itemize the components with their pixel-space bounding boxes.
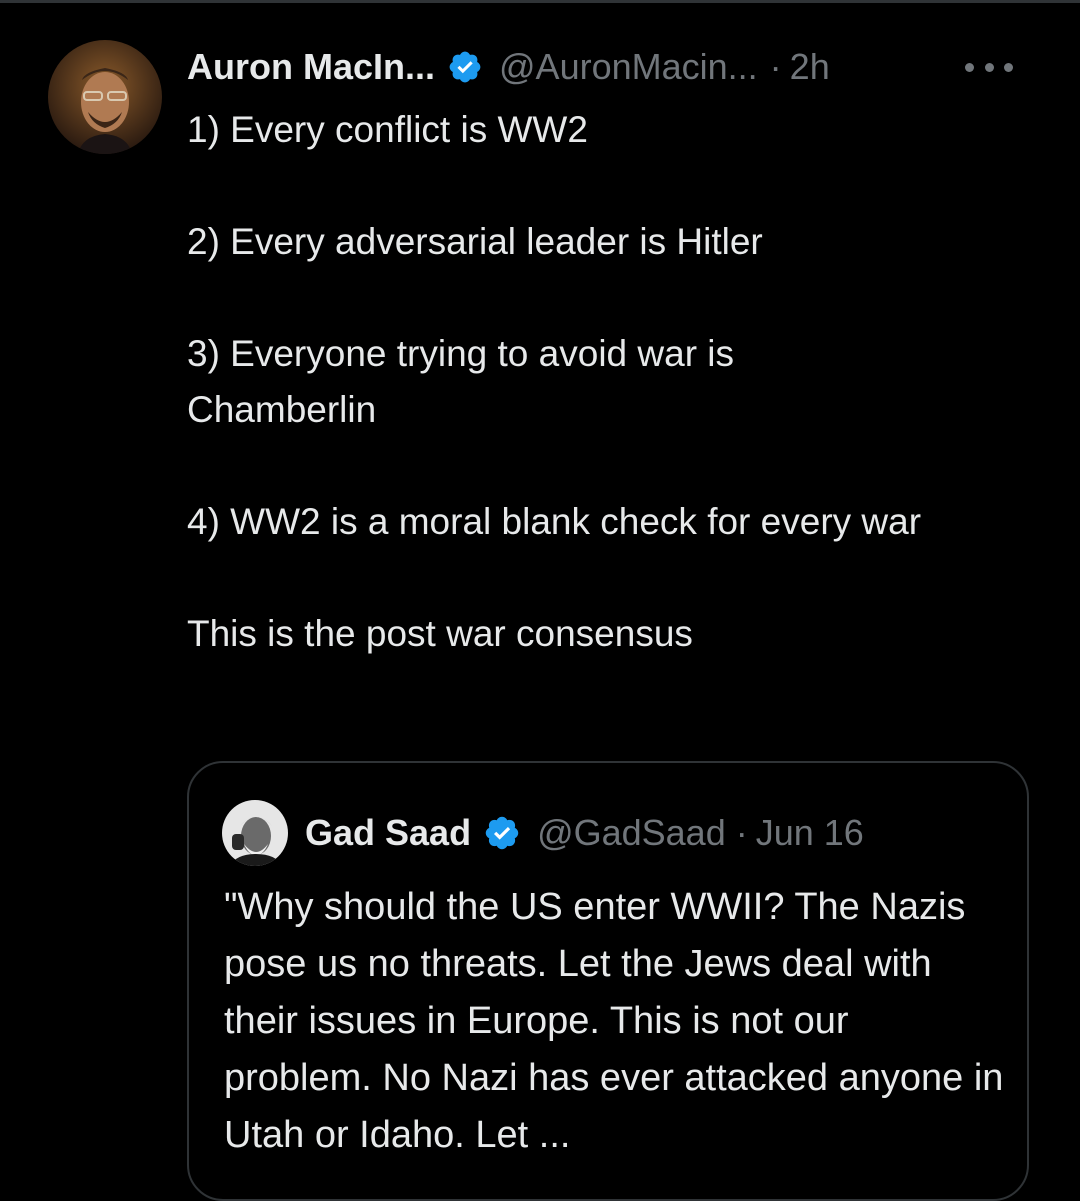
more-dot (1004, 62, 1013, 72)
quoted-author-avatar (222, 800, 288, 866)
quoted-author-handle: @GadSaad (537, 812, 726, 853)
verified-badge-icon (447, 49, 483, 85)
quoted-tweet-date: Jun 16 (755, 812, 864, 853)
author-avatar-image (48, 40, 162, 154)
quoted-tweet-text: "Why should the US enter WWII? The Nazis… (224, 886, 1004, 1156)
tweet-timestamp[interactable]: 2h (790, 46, 830, 88)
tweet-paragraph: 1) Every conflict is WW2 (187, 109, 588, 150)
tweet-paragraph: 4) WW2 is a moral blank check for every … (187, 501, 922, 542)
tweet-text: 1) Every conflict is WW2 2) Every advers… (187, 102, 1007, 662)
more-dot (965, 62, 974, 72)
separator-dot: · (769, 46, 782, 87)
top-divider (0, 0, 1080, 3)
tweet-paragraph: 2) Every adversarial leader is Hitler (187, 221, 763, 262)
author-handle[interactable]: @AuronMacin... (499, 46, 758, 88)
quoted-tweet-header: Gad Saad @GadSaad · Jun 16 (305, 807, 864, 859)
author-name[interactable]: Auron MacIn... (187, 46, 435, 88)
quoted-tweet-card[interactable]: Gad Saad @GadSaad · Jun 16 "Why should t… (187, 761, 1029, 1201)
tweet-paragraph: This is the post war consensus (187, 613, 693, 654)
quoted-author-name: Gad Saad (305, 812, 472, 853)
author-avatar[interactable] (48, 40, 162, 154)
tweet-paragraph: 3) Everyone trying to avoid war is Chamb… (187, 333, 735, 430)
more-dot (984, 62, 994, 72)
more-horizontal-icon[interactable] (965, 52, 1013, 82)
tweet-header: Auron MacIn... @AuronMacin... · 2h (187, 42, 1037, 92)
verified-badge-icon (483, 814, 521, 852)
separator-dot: · (735, 812, 748, 853)
